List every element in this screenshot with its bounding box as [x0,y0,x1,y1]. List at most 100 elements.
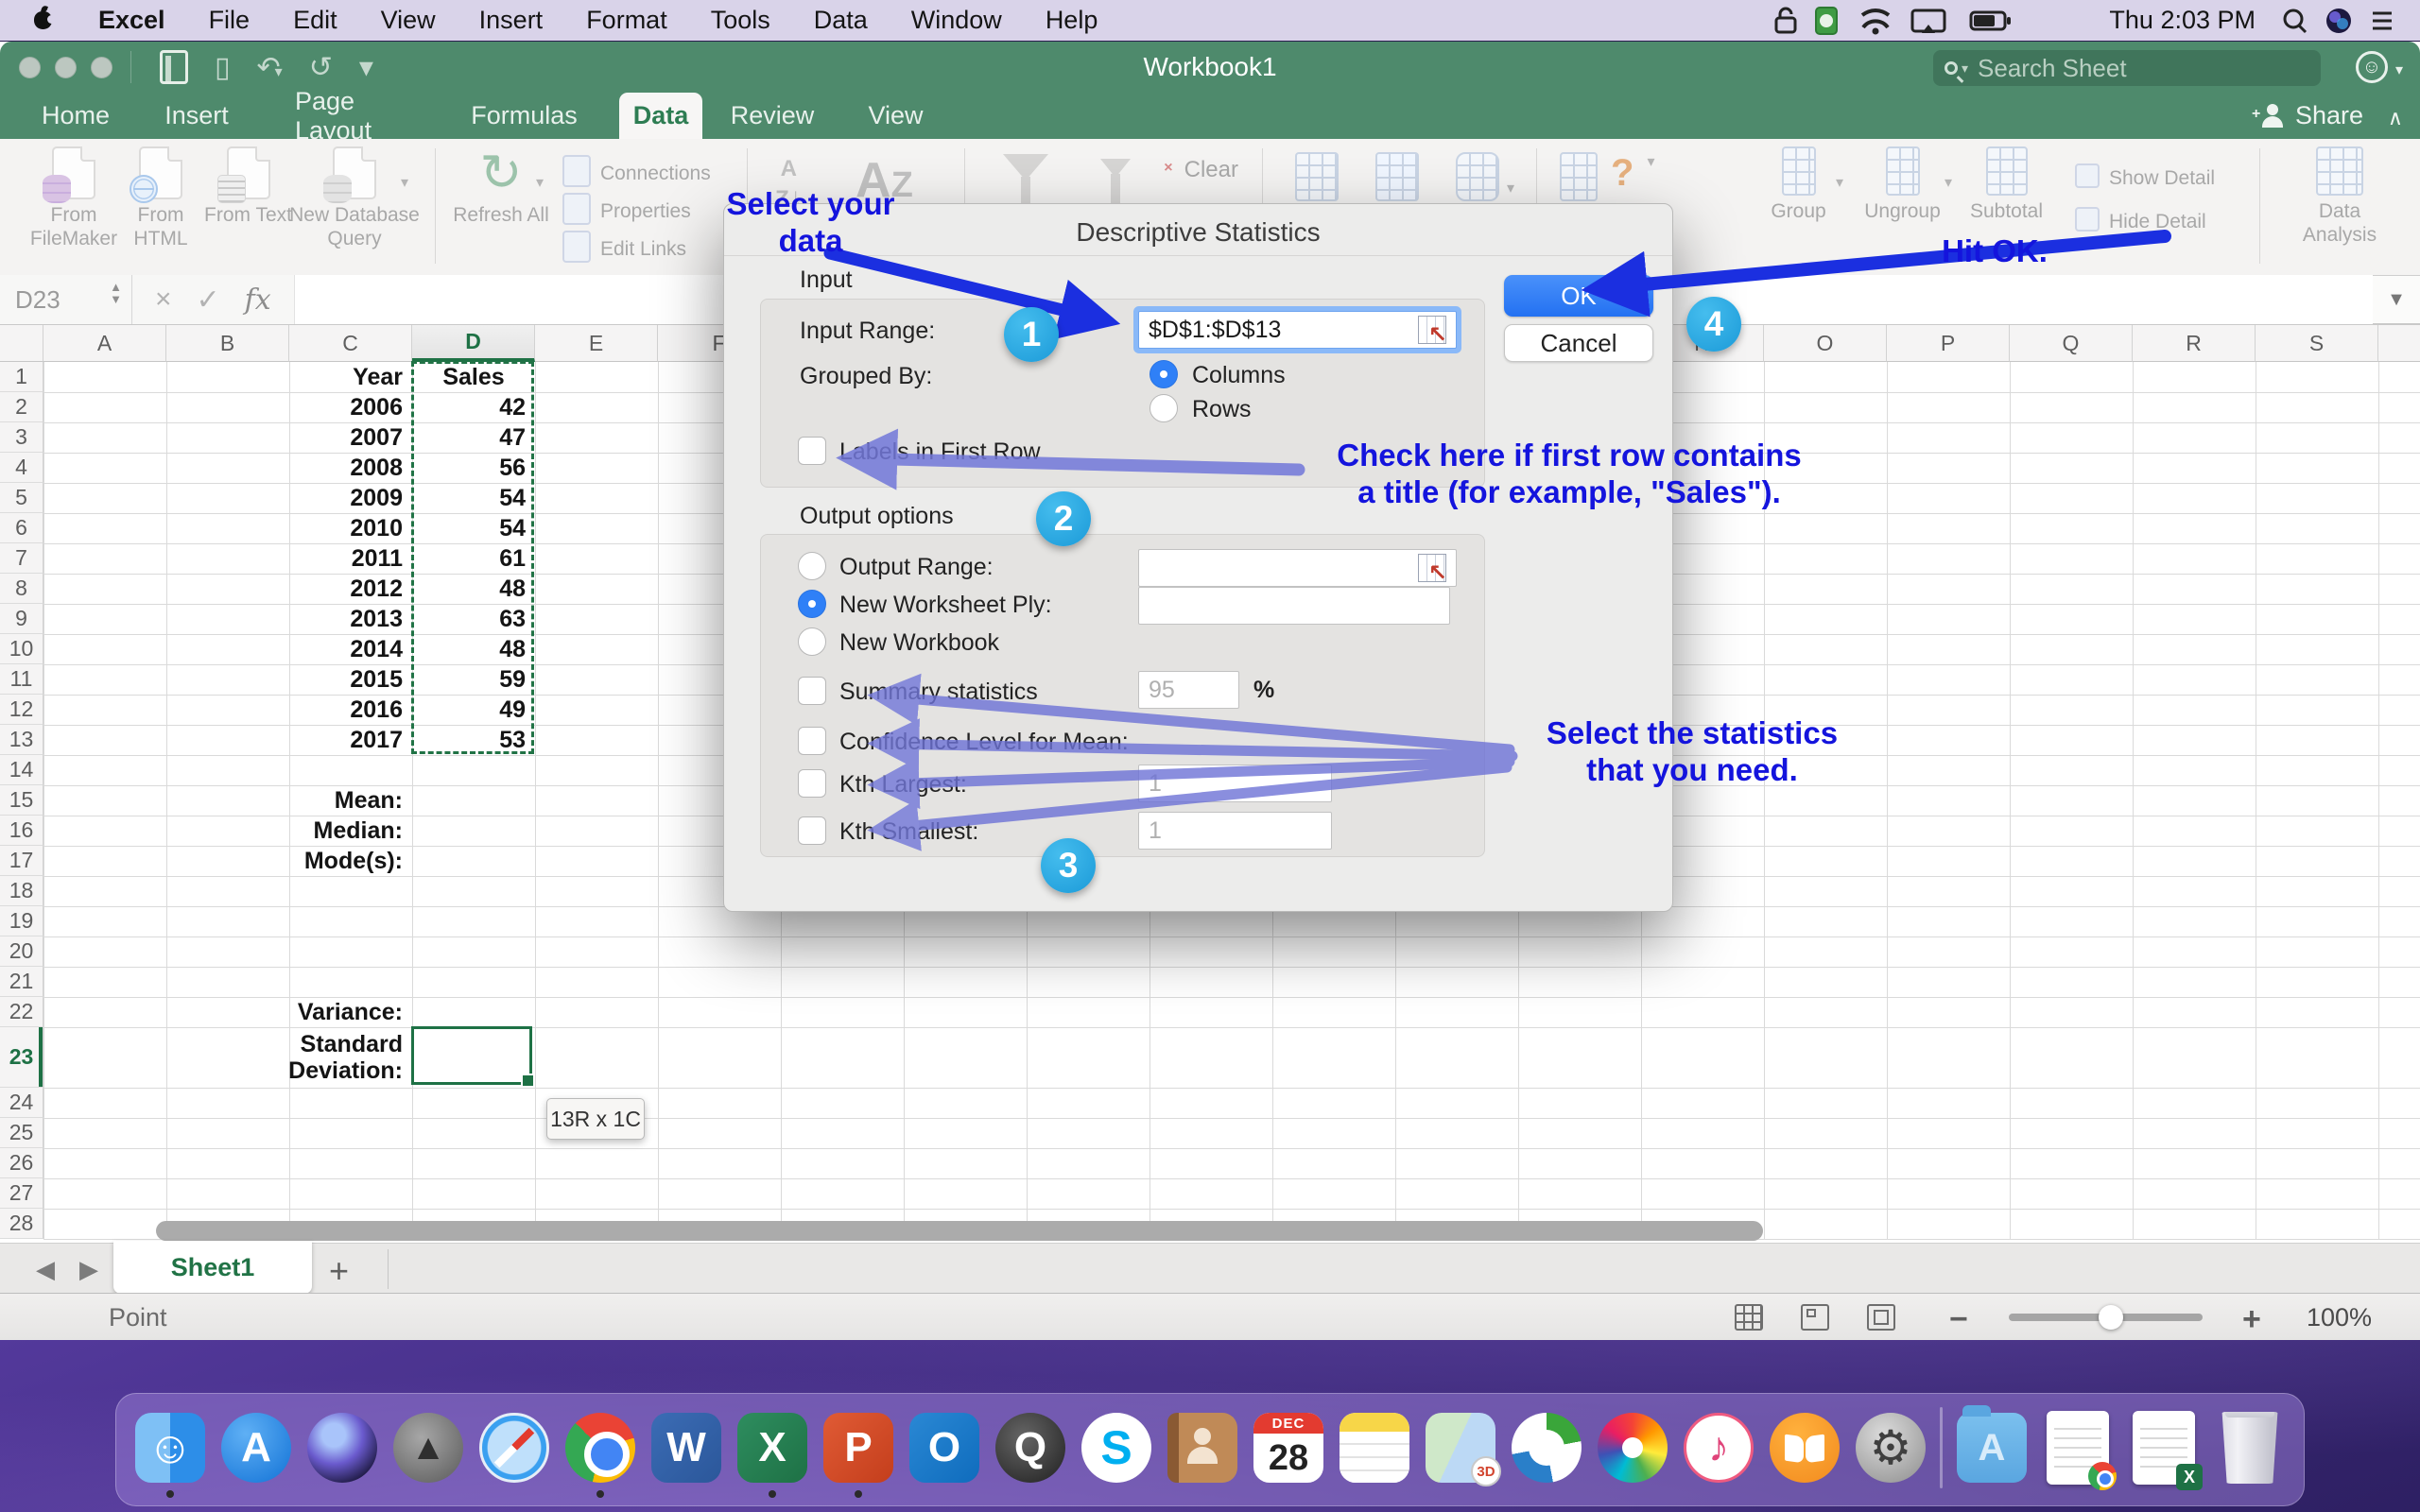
columns-radio-label[interactable]: Columns [1192,362,1286,389]
cell-C2[interactable]: 2006 [289,392,412,422]
consolidate-button[interactable] [1375,152,1419,201]
cancel-button[interactable]: Cancel [1504,324,1653,362]
new-worksheet-radio[interactable] [798,590,826,618]
formula-bar-expand-icon[interactable]: ▼ [2373,289,2420,311]
active-cell-d23[interactable] [411,1026,532,1085]
dock-icon-contacts[interactable] [1166,1411,1239,1485]
zoom-in-icon[interactable]: + [2242,1301,2261,1338]
dock-icon-siri[interactable] [305,1411,379,1485]
row-header-4[interactable]: 4 [0,453,43,483]
close-window-button[interactable] [19,57,41,78]
name-box[interactable]: D23 ▲▼ [0,275,132,324]
row-header-20[interactable]: 20 [0,936,43,967]
labels-first-row-label[interactable]: Labels in First Row [839,438,1041,466]
range-selector-icon[interactable] [1418,316,1446,344]
menu-item-excel[interactable]: Excel [98,6,165,34]
new-workbook-icon[interactable] [160,50,188,84]
cell-C15[interactable]: Mean: [289,785,412,816]
page-break-view-icon[interactable] [1867,1304,1895,1331]
dock-icon-word[interactable]: W [649,1411,723,1485]
row-header-24[interactable]: 24 [0,1088,43,1118]
add-sheet-button[interactable]: + [329,1251,349,1291]
from-text-button[interactable]: From Text [203,146,293,227]
minimize-window-button[interactable] [55,57,77,78]
menu-item-edit[interactable]: Edit [293,6,337,34]
column-header-A[interactable]: A [43,325,166,362]
rows-radio-label[interactable]: Rows [1192,396,1252,423]
column-header-P[interactable]: P [1887,325,2010,362]
redo-icon[interactable]: ↺ [309,51,333,84]
cell-C10[interactable]: 2014 [289,634,412,664]
cell-C11[interactable]: 2015 [289,664,412,695]
new-workbook-radio[interactable] [798,627,826,656]
hide-detail-button[interactable]: Hide Detail [2075,198,2245,241]
row-header-6[interactable]: 6 [0,513,43,543]
dock-icon-doc-chrome[interactable] [2041,1411,2115,1485]
row-header-28[interactable]: 28 [0,1209,43,1239]
menu-item-file[interactable]: File [209,6,251,34]
row-header-16[interactable]: 16 [0,816,43,846]
column-header-B[interactable]: B [166,325,289,362]
column-header-C[interactable]: C [289,325,412,362]
dock-icon-calendar[interactable]: DEC28 [1252,1411,1325,1485]
input-range-field[interactable]: $D$1:$D$13 [1138,311,1457,349]
column-header-R[interactable]: R [2133,325,2256,362]
summary-statistics-checkbox[interactable] [798,677,826,705]
filter-button[interactable] [997,154,1054,180]
tab-insert[interactable]: Insert [149,93,244,139]
page-layout-view-icon[interactable] [1801,1304,1829,1331]
output-range-field[interactable] [1138,549,1457,587]
row-header-5[interactable]: 5 [0,483,43,513]
apple-menu-icon[interactable] [34,11,52,29]
column-header-O[interactable]: O [1764,325,1887,362]
kth-largest-checkbox[interactable] [798,769,826,798]
confirm-entry-icon[interactable]: ✓ [197,284,220,317]
row-header-7[interactable]: 7 [0,543,43,574]
cell-C8[interactable]: 2012 [289,574,412,604]
row-header-8[interactable]: 8 [0,574,43,604]
cell-C3[interactable]: 2007 [289,422,412,453]
cell-C16[interactable]: Median: [289,816,412,846]
what-if-analysis-button[interactable]: ?▾ [1560,152,1654,201]
row-header-1[interactable]: 1 [0,362,43,392]
menu-item-help[interactable]: Help [1046,6,1098,34]
sheet-tab-sheet1[interactable]: Sheet1 [113,1241,312,1294]
prev-sheet-icon[interactable]: ◀ [36,1255,55,1284]
tab-data[interactable]: Data [619,93,702,139]
row-header-11[interactable]: 11 [0,664,43,695]
cell-C1[interactable]: Year [289,362,412,392]
dock-icon-itunes[interactable]: ♪ [1682,1411,1755,1485]
group-button[interactable]: ▾ Group [1754,146,1843,223]
row-header-23[interactable]: 23 [0,1027,43,1088]
dock-icon-notes[interactable] [1338,1411,1411,1485]
new-worksheet-field[interactable] [1138,587,1450,625]
cell-C9[interactable]: 2013 [289,604,412,634]
row-header-27[interactable]: 27 [0,1178,43,1209]
tab-home[interactable]: Home [28,93,123,139]
dock-icon-sysprefs[interactable]: ⚙ [1854,1411,1927,1485]
rows-radio[interactable] [1150,394,1178,422]
toolbar-options-icon[interactable]: ▾ [359,51,373,84]
row-header-21[interactable]: 21 [0,967,43,997]
row-header-12[interactable]: 12 [0,695,43,725]
feedback-smiley-icon[interactable]: ☺ [2356,51,2388,83]
normal-view-icon[interactable] [1735,1304,1763,1331]
output-range-radio[interactable] [798,552,826,580]
kth-smallest-field[interactable]: 1 [1138,812,1332,850]
new-workbook-label[interactable]: New Workbook [839,629,999,657]
dock-icon-quicktime[interactable]: Q [994,1411,1067,1485]
share-button[interactable]: + Share [2259,93,2363,139]
cell-C7[interactable]: 2011 [289,543,412,574]
collapse-ribbon-icon[interactable]: ∧ [2388,106,2403,130]
zoom-window-button[interactable] [91,57,112,78]
save-icon[interactable]: ▯ [215,51,231,84]
row-header-9[interactable]: 9 [0,604,43,634]
row-header-14[interactable]: 14 [0,755,43,785]
columns-radio[interactable] [1150,360,1178,388]
from-html-button[interactable]: From HTML [113,146,208,250]
row-header-2[interactable]: 2 [0,392,43,422]
row-header-3[interactable]: 3 [0,422,43,453]
tab-page-layout[interactable]: Page Layout [270,93,431,139]
dock-icon-finder[interactable]: ☺ [133,1411,207,1485]
dock-icon-launchpad[interactable]: ▲ [391,1411,465,1485]
